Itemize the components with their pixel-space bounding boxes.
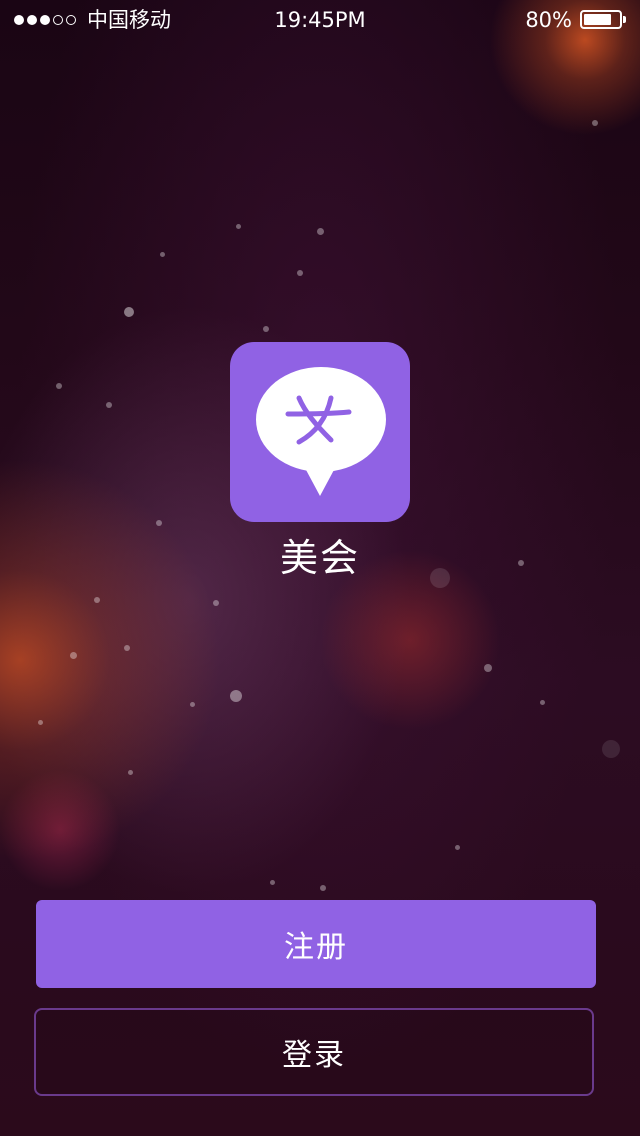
- battery-icon: [580, 10, 626, 29]
- app-logo-icon: [230, 342, 410, 522]
- status-bar: 中国移动 19:45PM 80%: [0, 0, 640, 40]
- battery-percentage: 80%: [525, 8, 572, 32]
- app-name: 美会: [279, 536, 360, 580]
- register-button-label: 注册: [284, 930, 348, 965]
- login-button-label: 登录: [282, 1038, 346, 1073]
- female-character-icon: [285, 395, 352, 445]
- login-button[interactable]: 登录: [34, 1008, 594, 1096]
- battery-fill: [584, 14, 611, 25]
- register-button[interactable]: 注册: [36, 900, 596, 988]
